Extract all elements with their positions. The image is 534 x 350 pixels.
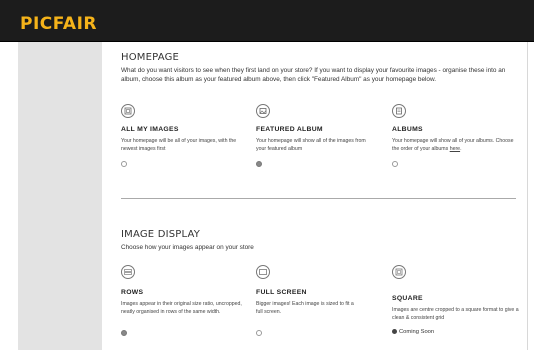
option-rows[interactable]: ROWS Images appear in their original siz… xyxy=(121,265,251,345)
image-display-section-title: IMAGE DISPLAY xyxy=(121,229,201,240)
featured-album-icon xyxy=(256,104,270,118)
option-title: ALL MY IMAGES xyxy=(121,126,179,133)
image-display-intro: Choose how your images appear on your st… xyxy=(121,244,254,251)
radio-all-my-images[interactable] xyxy=(121,161,127,167)
option-desc: Images are centre cropped to a square fo… xyxy=(392,307,519,321)
option-featured-album[interactable]: FEATURED ALBUM Your homepage will show a… xyxy=(256,104,386,174)
homepage-section-title: HOMEPAGE xyxy=(121,52,180,63)
app-header: PICFAIR xyxy=(0,0,534,42)
radio-albums[interactable] xyxy=(392,161,398,167)
radio-rows[interactable] xyxy=(121,330,127,336)
picfair-logo[interactable]: PICFAIR xyxy=(20,14,97,34)
option-desc: Your homepage will show all of your albu… xyxy=(392,138,514,152)
content-border xyxy=(527,42,528,350)
sidebar xyxy=(18,42,102,350)
coming-soon-badge: Coming Soon xyxy=(392,329,434,335)
images-icon xyxy=(121,104,135,118)
option-title: FEATURED ALBUM xyxy=(256,126,323,133)
full-screen-icon xyxy=(256,265,270,279)
info-icon xyxy=(392,329,397,334)
page-margin xyxy=(0,0,18,350)
option-desc: Images appear in their original size rat… xyxy=(121,301,242,315)
option-title: ROWS xyxy=(121,289,144,296)
option-title: SQUARE xyxy=(392,295,423,302)
option-desc: Your homepage will show all of the image… xyxy=(256,138,366,152)
option-title: FULL SCREEN xyxy=(256,289,307,296)
option-all-my-images[interactable]: ALL MY IMAGES Your homepage will be all … xyxy=(121,104,251,174)
option-desc: Your homepage will be all of your images… xyxy=(121,138,237,152)
option-albums[interactable]: ALBUMS Your homepage will show all of yo… xyxy=(392,104,522,174)
rows-icon xyxy=(121,265,135,279)
option-title: ALBUMS xyxy=(392,126,423,133)
radio-full-screen[interactable] xyxy=(256,330,262,336)
albums-icon xyxy=(392,104,406,118)
option-desc: Bigger images! Each image is sized to fi… xyxy=(256,301,354,315)
albums-order-link[interactable]: here xyxy=(450,146,460,152)
option-full-screen[interactable]: FULL SCREEN Bigger images! Each image is… xyxy=(256,265,386,345)
square-icon xyxy=(392,265,406,279)
radio-featured-album[interactable] xyxy=(256,161,262,167)
homepage-intro: What do you want visitors to see when th… xyxy=(121,67,506,84)
section-divider xyxy=(121,198,516,199)
